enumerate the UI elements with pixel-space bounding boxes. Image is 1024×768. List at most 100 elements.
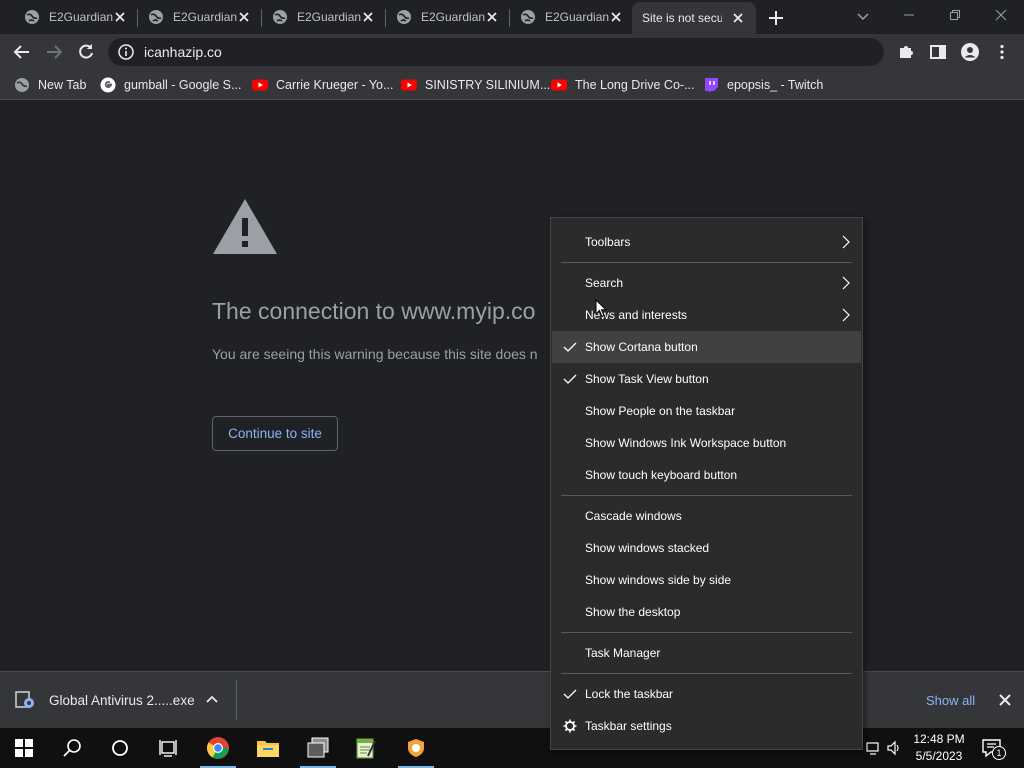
- windows-taskbar: 12:48 PM 5/5/2023 1: [0, 728, 1024, 768]
- menu-button[interactable]: [990, 40, 1014, 64]
- antivirus-taskbar-item[interactable]: [392, 728, 440, 768]
- bookmark-label: epopsis_ - Twitch: [727, 78, 824, 92]
- extensions-button[interactable]: [894, 40, 918, 64]
- task-view-button[interactable]: [144, 728, 192, 768]
- tab-4[interactable]: E2Guardian: [386, 4, 510, 30]
- cortana-button[interactable]: [96, 728, 144, 768]
- new-tab-icon[interactable]: [765, 7, 787, 29]
- close-icon[interactable]: [484, 9, 500, 25]
- tab-title: E2Guardian: [173, 10, 238, 24]
- checkmark-icon: [563, 689, 577, 699]
- avatar-icon: [961, 43, 979, 61]
- menu-item-show-windows-stacked[interactable]: Show windows stacked: [552, 532, 861, 564]
- network-icon[interactable]: [866, 740, 882, 756]
- minimize-button[interactable]: [886, 0, 932, 30]
- tab-1[interactable]: E2Guardian: [14, 4, 138, 30]
- page-title: The connection to www.myip.co: [212, 298, 536, 324]
- restore-button[interactable]: [932, 0, 978, 30]
- tab-active[interactable]: Site is not secure: [632, 2, 756, 34]
- clock-time: 12:48 PM: [913, 732, 965, 746]
- close-icon[interactable]: [730, 10, 746, 26]
- show-all-button[interactable]: Show all: [912, 688, 989, 712]
- menu-item-cascade-windows[interactable]: Cascade windows: [552, 500, 861, 532]
- globe-icon: [25, 10, 39, 24]
- bookmark-new-tab[interactable]: New Tab: [14, 76, 86, 94]
- action-center-button[interactable]: 1: [980, 736, 1006, 760]
- menu-separator: [561, 673, 852, 674]
- notepad-taskbar-item[interactable]: [342, 728, 390, 768]
- menu-item-toolbars[interactable]: Toolbars: [552, 226, 861, 258]
- forward-button[interactable]: [42, 40, 66, 64]
- youtube-icon: [551, 79, 567, 91]
- search-button[interactable]: [48, 728, 96, 768]
- chevron-right-icon: [842, 308, 850, 322]
- globe-icon: [521, 10, 535, 24]
- continue-button[interactable]: Continue to site: [212, 416, 338, 451]
- address-bar[interactable]: icanhazip.co: [108, 38, 884, 66]
- menu-item-show-people[interactable]: Show People on the taskbar: [552, 395, 861, 427]
- tab-title: E2Guardian: [49, 10, 114, 24]
- close-icon[interactable]: [996, 691, 1014, 709]
- close-icon[interactable]: [360, 9, 376, 25]
- browser-toolbar: icanhazip.co: [0, 34, 1024, 70]
- bookmark-sinistry[interactable]: SINISTRY SILINIUM...: [401, 76, 550, 94]
- reload-button[interactable]: [74, 40, 98, 64]
- menu-item-label: Show Task View button: [585, 372, 709, 386]
- menu-item-show-desktop[interactable]: Show the desktop: [552, 596, 861, 628]
- profile-button[interactable]: [958, 40, 982, 64]
- close-icon[interactable]: [236, 9, 252, 25]
- bookmark-label: Carrie Krueger - Yo...: [276, 78, 394, 92]
- menu-item-show-touch-keyboard[interactable]: Show touch keyboard button: [552, 459, 861, 491]
- chrome-taskbar-item[interactable]: [194, 728, 242, 768]
- tab-title: E2Guardian: [421, 10, 486, 24]
- tab-3[interactable]: E2Guardian: [262, 4, 386, 30]
- menu-item-label: Task Manager: [585, 646, 661, 660]
- menu-item-show-windows-side-by-side[interactable]: Show windows side by side: [552, 564, 861, 596]
- folder-icon: [257, 741, 279, 757]
- bookmark-long-drive[interactable]: The Long Drive Co-...: [551, 76, 695, 94]
- menu-item-search[interactable]: Search: [552, 267, 861, 299]
- checkmark-icon: [563, 342, 577, 352]
- globe-icon: [15, 78, 29, 92]
- download-item[interactable]: Global Antivirus 2.....exe: [14, 684, 195, 716]
- start-button[interactable]: [0, 728, 48, 768]
- volume-icon[interactable]: [886, 740, 902, 756]
- chevron-down-icon[interactable]: [853, 6, 873, 26]
- bookmark-carrie-krueger[interactable]: Carrie Krueger - Yo...: [252, 76, 393, 94]
- menu-item-label: Show People on the taskbar: [585, 404, 736, 418]
- tab-2[interactable]: E2Guardian: [138, 4, 262, 30]
- cortana-icon: [112, 740, 128, 756]
- windows-logo-icon: [15, 739, 33, 757]
- clock[interactable]: 12:48 PM 5/5/2023: [908, 731, 970, 765]
- screen: E2Guardian E2Guardian E2Guardian E2Guard…: [0, 0, 1024, 768]
- chevron-up-icon[interactable]: [204, 692, 220, 708]
- app-taskbar-item[interactable]: [294, 728, 342, 768]
- close-icon[interactable]: [608, 9, 624, 25]
- close-icon[interactable]: [112, 9, 128, 25]
- close-icon: [995, 9, 1007, 21]
- menu-item-show-task-view[interactable]: Show Task View button: [552, 363, 861, 395]
- tab-5[interactable]: E2Guardian: [510, 4, 634, 30]
- close-window-button[interactable]: [978, 0, 1024, 30]
- menu-item-show-cortana[interactable]: Show Cortana button: [552, 331, 861, 363]
- side-panel-button[interactable]: [926, 40, 950, 64]
- side-panel-icon: [930, 45, 946, 59]
- bookmark-twitch[interactable]: epopsis_ - Twitch: [703, 76, 823, 94]
- menu-item-show-ink-workspace[interactable]: Show Windows Ink Workspace button: [552, 427, 861, 459]
- info-icon[interactable]: [118, 44, 134, 60]
- youtube-icon: [401, 79, 417, 91]
- menu-item-label: Taskbar settings: [585, 719, 672, 733]
- menu-item-label: Show Windows Ink Workspace button: [585, 436, 787, 450]
- menu-item-task-manager[interactable]: Task Manager: [552, 637, 861, 669]
- youtube-icon: [252, 79, 268, 91]
- tab-strip: E2Guardian E2Guardian E2Guardian E2Guard…: [0, 0, 1024, 34]
- back-button[interactable]: [10, 40, 34, 64]
- menu-item-lock-taskbar[interactable]: Lock the taskbar: [552, 678, 861, 710]
- kebab-menu-icon: [1000, 44, 1004, 60]
- file-explorer-taskbar-item[interactable]: [244, 728, 292, 768]
- menu-item-taskbar-settings[interactable]: Taskbar settings: [552, 710, 861, 742]
- menu-separator: [561, 262, 852, 263]
- bookmark-gumball[interactable]: gumball - Google S...: [100, 76, 241, 94]
- download-filename: Global Antivirus 2.....exe: [49, 692, 195, 708]
- menu-item-label: Show windows side by side: [585, 573, 732, 587]
